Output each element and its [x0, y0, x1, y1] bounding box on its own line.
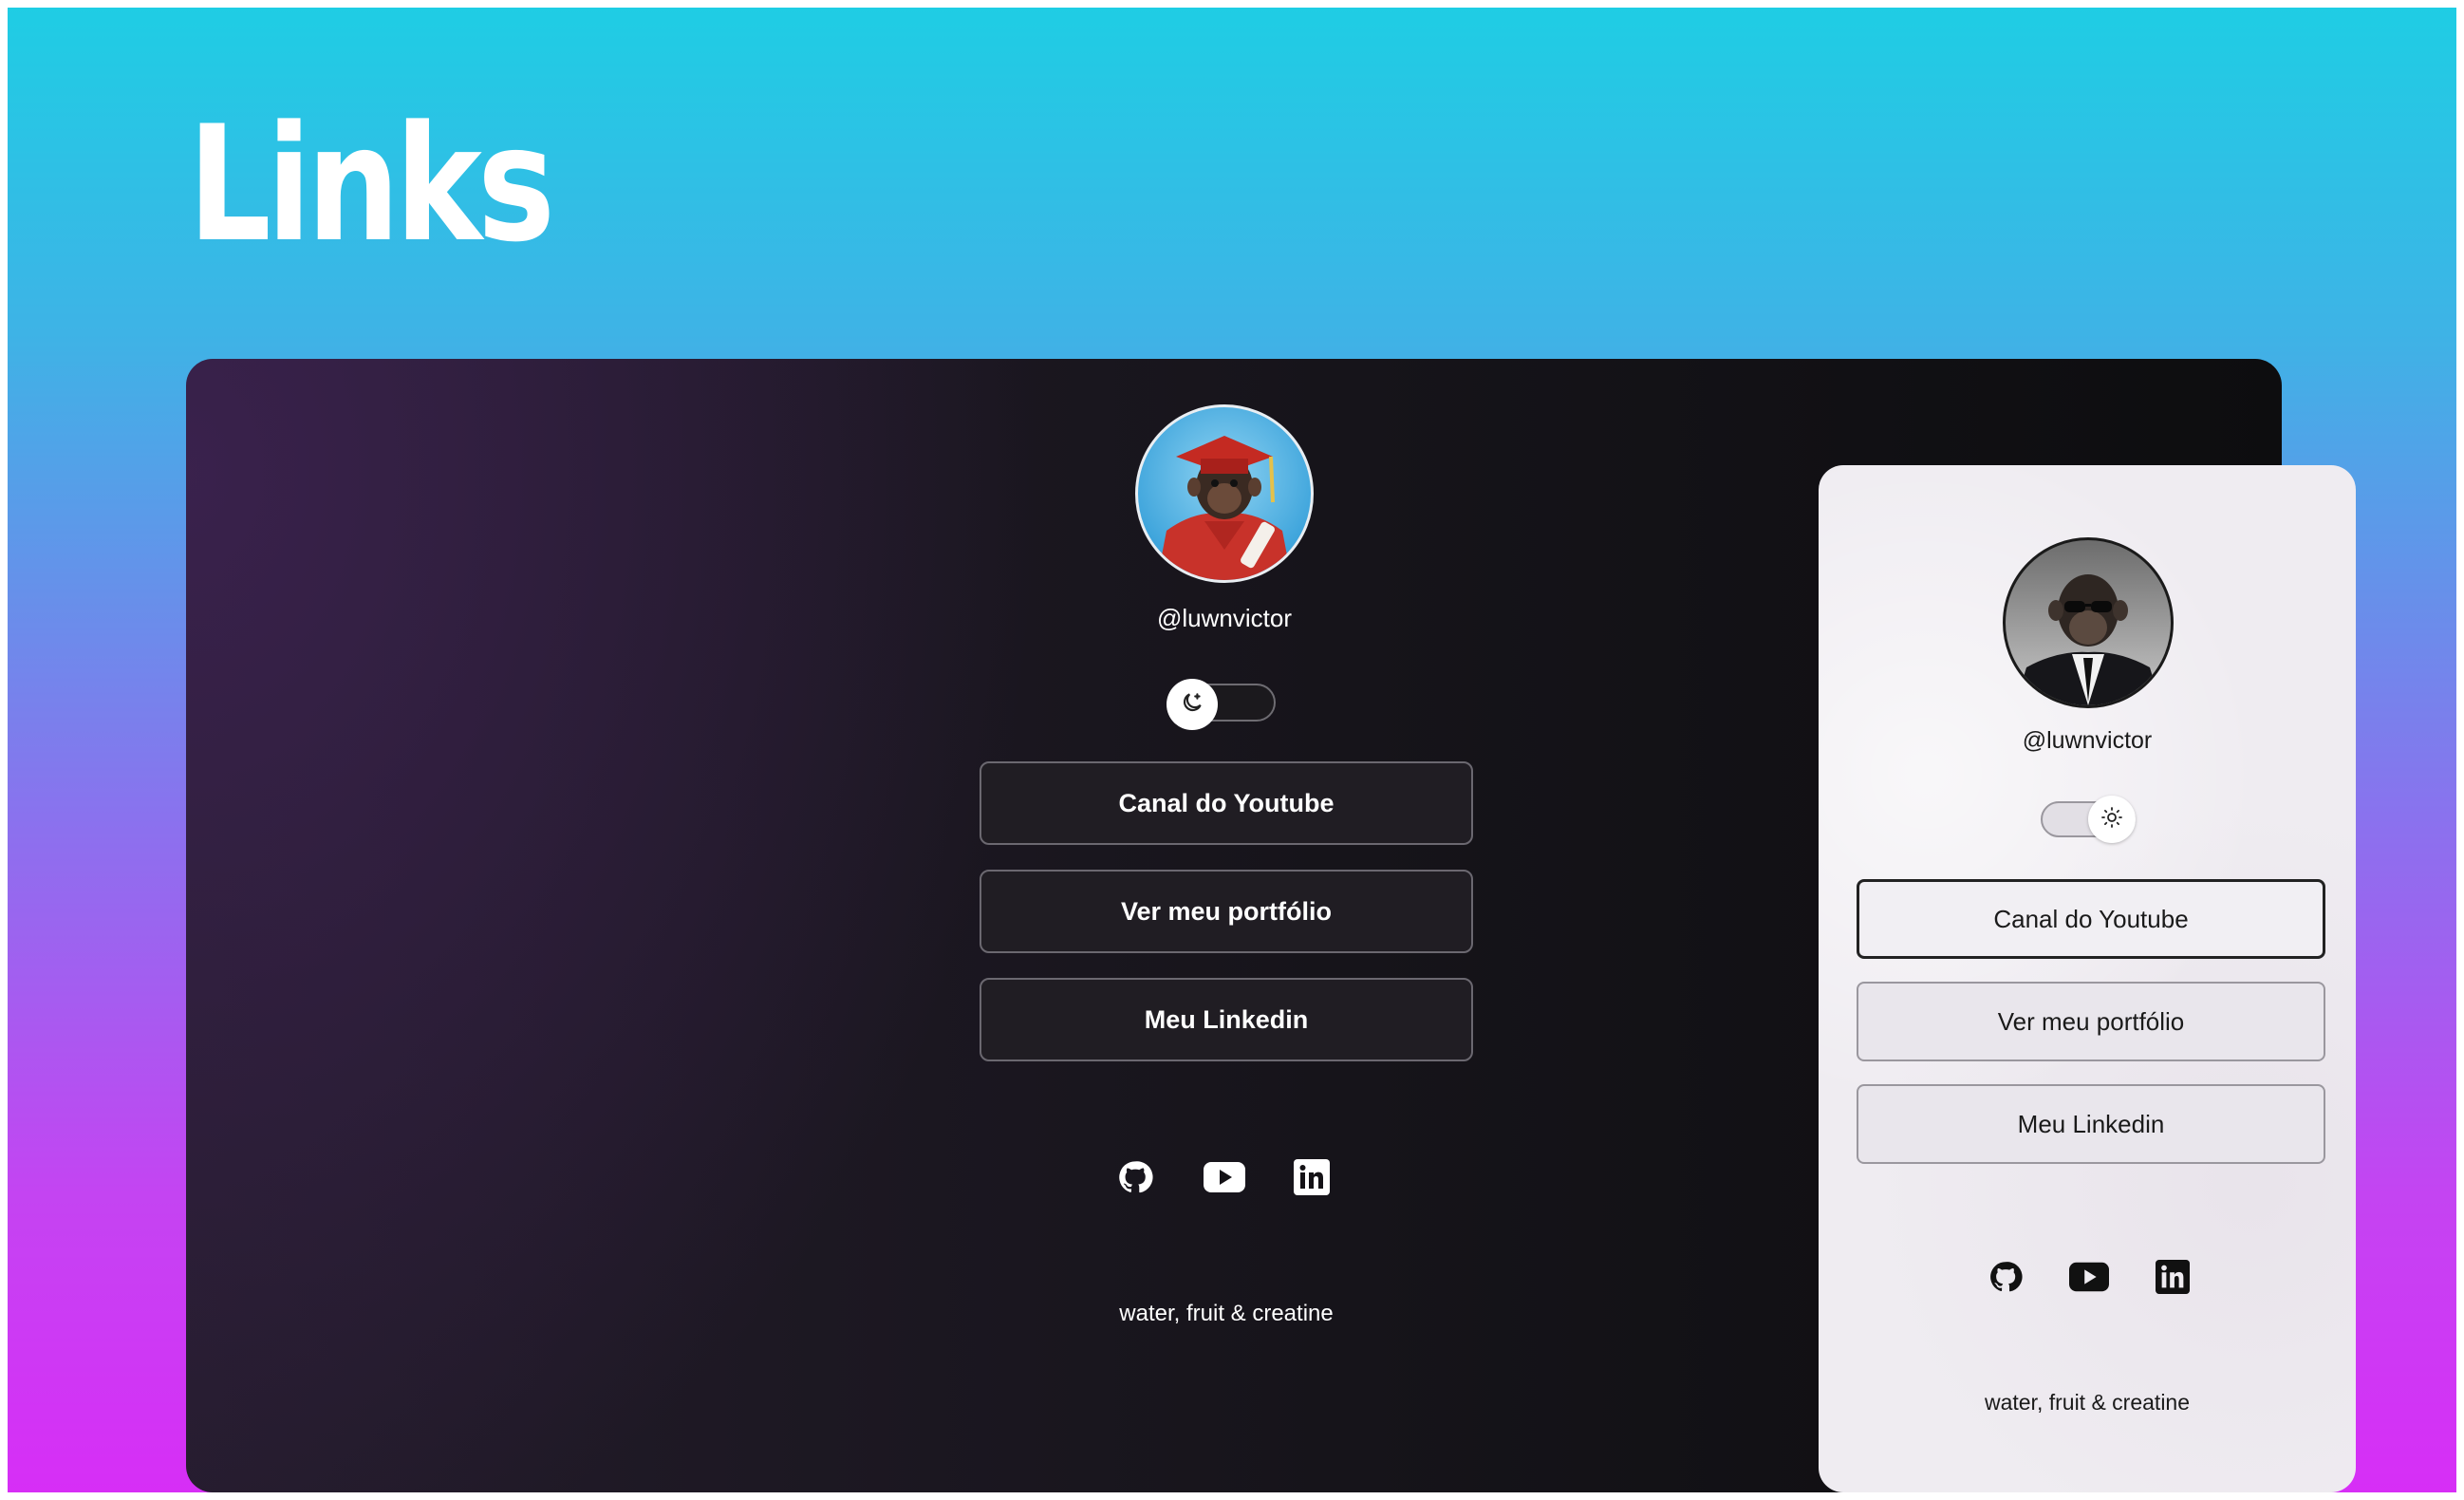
chimp-suit-image [2015, 574, 2161, 705]
button-label: Ver meu portfólio [1120, 896, 1333, 926]
button-label: Canal do Youtube [1118, 788, 1335, 817]
username-handle: @luwnvictor [2022, 727, 2153, 754]
avatar [1135, 404, 1314, 583]
username-handle: @luwnvictor [1157, 604, 1292, 632]
youtube-channel-button[interactable]: Canal do Youtube [980, 761, 1473, 845]
linkedin-icon[interactable] [1291, 1156, 1333, 1198]
button-label: Meu Linkedin [1144, 1004, 1309, 1034]
button-label: Ver meu portfólio [1997, 1006, 2185, 1036]
button-label: Canal do Youtube [1993, 904, 2189, 933]
portfolio-button[interactable]: Ver meu portfólio [980, 870, 1473, 953]
moon-icon [1180, 690, 1204, 720]
page-title: Links [188, 91, 555, 277]
youtube-icon[interactable] [1202, 1156, 1247, 1198]
tagline: water, fruit & creatine [1984, 1390, 2191, 1415]
sun-icon [2100, 806, 2123, 834]
theme-toggle[interactable] [1167, 679, 1276, 730]
light-theme-preview: @luwnvictor Canal do Youtube Ver meu por… [1819, 465, 2356, 1492]
linkedin-button[interactable]: Meu Linkedin [1857, 1084, 2325, 1164]
chimp-graduate-image [1157, 436, 1292, 580]
github-icon[interactable] [1986, 1257, 2025, 1297]
toggle-knob[interactable] [1167, 679, 1218, 730]
avatar [2003, 537, 2174, 708]
github-icon[interactable] [1114, 1156, 1156, 1198]
portfolio-button[interactable]: Ver meu portfólio [1857, 982, 2325, 1061]
youtube-channel-button[interactable]: Canal do Youtube [1857, 879, 2325, 959]
tagline: water, fruit & creatine [1119, 1301, 1334, 1326]
button-label: Meu Linkedin [2017, 1109, 2165, 1138]
linkedin-icon[interactable] [2153, 1257, 2193, 1297]
toggle-knob[interactable] [2088, 796, 2136, 843]
youtube-icon[interactable] [2067, 1257, 2111, 1297]
theme-toggle[interactable] [2041, 796, 2136, 843]
linkedin-button[interactable]: Meu Linkedin [980, 978, 1473, 1061]
